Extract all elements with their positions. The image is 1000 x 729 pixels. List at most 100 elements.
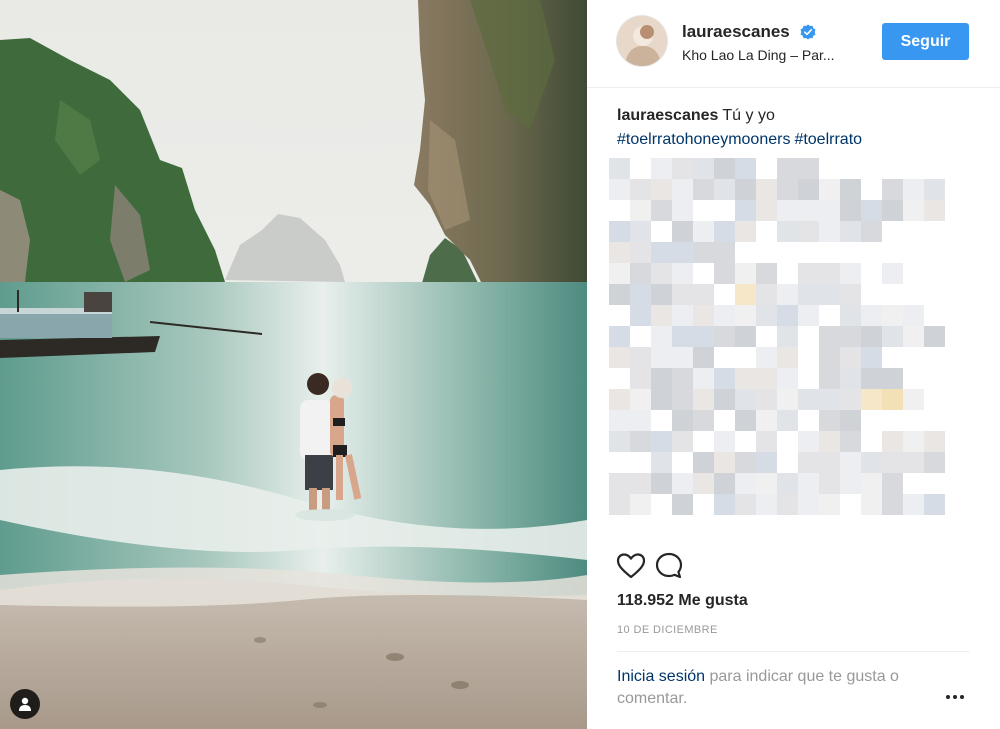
pixel-block [903, 494, 924, 515]
pixel-block [630, 368, 651, 389]
pixel-block [861, 347, 882, 368]
pixel-block [882, 494, 903, 515]
pixel-block [693, 410, 714, 431]
pixel-block [882, 326, 903, 347]
pixel-block [735, 410, 756, 431]
pixel-block [882, 431, 903, 452]
pixel-block [861, 305, 882, 326]
pixel-block [924, 431, 945, 452]
avatar[interactable] [617, 16, 667, 66]
pixel-block [672, 158, 693, 179]
post-side-panel: lauraescanes Kho Lao La Ding – Par... Se… [587, 0, 1000, 729]
pixel-block [819, 263, 840, 284]
caption-username[interactable]: lauraescanes [617, 107, 718, 124]
pixel-block [672, 410, 693, 431]
pixel-block [903, 200, 924, 221]
pixel-block [756, 284, 777, 305]
pixel-block [693, 179, 714, 200]
post-header: lauraescanes Kho Lao La Ding – Par... Se… [587, 0, 1000, 88]
likes-count[interactable]: 118.952 Me gusta [617, 592, 748, 610]
pixel-block [735, 200, 756, 221]
pixel-block [630, 263, 651, 284]
pixel-block [798, 284, 819, 305]
pixel-block [609, 221, 630, 242]
pixel-block [798, 389, 819, 410]
pixel-block [672, 389, 693, 410]
pixel-block [630, 305, 651, 326]
pixel-block [714, 179, 735, 200]
pixel-block [672, 179, 693, 200]
pixel-block [840, 452, 861, 473]
pixel-block [840, 389, 861, 410]
post-caption: lauraescanes Tú y yo #toelrratohoneymoone… [617, 104, 977, 152]
pixel-block [651, 284, 672, 305]
pixel-block [840, 326, 861, 347]
pixel-block [840, 221, 861, 242]
pixel-block [672, 284, 693, 305]
pixel-block [819, 473, 840, 494]
pixel-block [819, 200, 840, 221]
pixel-block [672, 200, 693, 221]
pixel-block [672, 263, 693, 284]
pixel-block [924, 200, 945, 221]
pixel-block [735, 158, 756, 179]
pixel-block [819, 347, 840, 368]
pixel-block [882, 389, 903, 410]
location-link[interactable]: Kho Lao La Ding – Par... [682, 47, 862, 63]
pixel-block [609, 263, 630, 284]
pixel-block [609, 494, 630, 515]
pixel-block [714, 221, 735, 242]
pixel-block [609, 284, 630, 305]
username-link[interactable]: lauraescanes [682, 22, 790, 42]
pixel-block [798, 158, 819, 179]
post-date: 10 DE DICIEMBRE [617, 624, 718, 636]
pixel-block [672, 368, 693, 389]
pixel-block [903, 452, 924, 473]
pixel-block [861, 389, 882, 410]
pixel-block [672, 305, 693, 326]
pixel-block [630, 494, 651, 515]
pixel-block [714, 473, 735, 494]
pixel-block [693, 158, 714, 179]
pixel-block [651, 263, 672, 284]
pixel-block [672, 326, 693, 347]
pixel-block [756, 263, 777, 284]
pixel-block [735, 389, 756, 410]
pixel-block [882, 200, 903, 221]
pixel-block [735, 263, 756, 284]
pixel-block [924, 326, 945, 347]
pixel-block [672, 347, 693, 368]
pixel-block [735, 326, 756, 347]
post-photo[interactable] [0, 0, 587, 729]
pixel-block [903, 431, 924, 452]
login-link[interactable]: Inicia sesión [617, 668, 705, 685]
pixel-block [840, 284, 861, 305]
comment-icon[interactable] [653, 550, 685, 582]
pixel-block [861, 200, 882, 221]
more-options-icon[interactable] [942, 690, 968, 704]
pixel-block [651, 158, 672, 179]
pixel-block [609, 242, 630, 263]
pixel-block [819, 284, 840, 305]
heart-icon[interactable] [615, 550, 647, 582]
pixel-block [714, 242, 735, 263]
pixel-block [714, 494, 735, 515]
hashtag-link[interactable]: #toelrrato [794, 131, 862, 148]
pixel-block [693, 389, 714, 410]
pixel-block [798, 473, 819, 494]
follow-button[interactable]: Seguir [882, 23, 969, 60]
pixel-block [840, 200, 861, 221]
pixel-block [819, 221, 840, 242]
pixel-block [630, 431, 651, 452]
pixel-block [630, 347, 651, 368]
hashtag-link[interactable]: #toelrratohoneymooners [617, 131, 790, 148]
pixel-block [735, 221, 756, 242]
pixel-block [756, 494, 777, 515]
pixel-block [840, 473, 861, 494]
pixel-block [651, 452, 672, 473]
pixel-block [630, 200, 651, 221]
pixel-block [882, 452, 903, 473]
pixel-block [840, 347, 861, 368]
user-tag-icon[interactable] [10, 689, 40, 719]
pixel-block [861, 221, 882, 242]
